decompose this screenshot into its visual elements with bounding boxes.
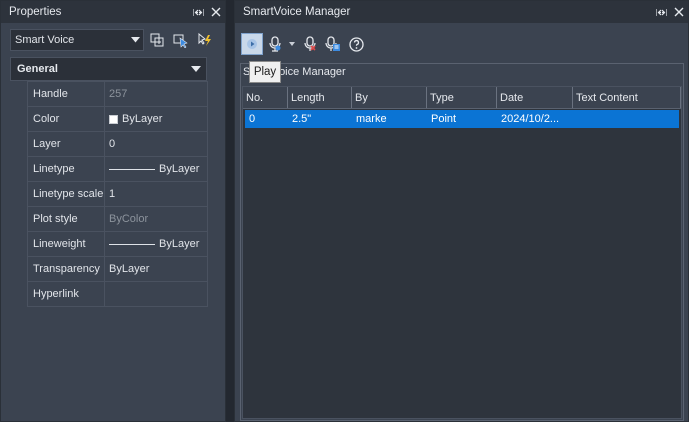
selection-row: Smart Voice: [1, 23, 225, 57]
column-header[interactable]: Date: [497, 87, 573, 108]
column-header[interactable]: Length: [288, 87, 352, 108]
property-name: Handle: [27, 82, 105, 106]
object-type-select[interactable]: Smart Voice: [10, 29, 144, 51]
voice-to-text-icon[interactable]: [323, 33, 343, 55]
help-icon[interactable]: [346, 33, 366, 55]
grid-body: 0 2.5" marke Point 2024/10/2...: [243, 110, 681, 128]
property-value-text: ByLayer: [122, 113, 163, 125]
property-value[interactable]: ByLayer: [105, 107, 208, 131]
property-name: Hyperlink: [27, 282, 105, 306]
grid-header: No. Length By Type Date Text Content: [243, 87, 681, 109]
property-name: Color: [27, 107, 105, 131]
table-row[interactable]: 0 2.5" marke Point 2024/10/2...: [245, 110, 679, 128]
property-row[interactable]: Linetype scale 1: [27, 182, 208, 207]
general-section-header[interactable]: General: [10, 57, 207, 81]
chevron-down-icon: [127, 37, 143, 43]
smartvoice-manager-panel: SmartVoice Manager SmartVoice Manager No: [234, 0, 689, 422]
auto-hide-icon[interactable]: [189, 1, 207, 23]
delete-voice-icon[interactable]: [300, 33, 320, 55]
property-value[interactable]: ByLayer: [105, 257, 208, 281]
section-label: General: [17, 63, 58, 75]
property-row[interactable]: Hyperlink: [27, 282, 208, 307]
table-cell-type: Point: [431, 113, 457, 125]
property-value[interactable]: 1: [105, 182, 208, 206]
property-grid: Handle 257 Color ByLayer Layer 0 Linetype ByLay…: [27, 81, 208, 307]
play-button[interactable]: [241, 33, 263, 55]
property-value[interactable]: ByColor: [105, 207, 208, 231]
property-name: Transparency: [27, 257, 105, 281]
property-name: Layer: [27, 132, 105, 156]
property-value[interactable]: ByLayer: [105, 157, 208, 181]
properties-title: Properties: [9, 6, 62, 18]
property-value-text: 257: [109, 88, 128, 100]
smartvoice-title: SmartVoice Manager: [243, 6, 351, 18]
property-value-text: ByLayer: [109, 263, 150, 275]
property-row[interactable]: Lineweight ByLayer: [27, 232, 208, 257]
property-row[interactable]: Plot style ByColor: [27, 207, 208, 232]
table-cell-date: 2024/10/2...: [501, 113, 560, 125]
smartvoice-toolbar: [235, 31, 688, 57]
record-microphone-icon[interactable]: [266, 33, 284, 55]
property-value-text: 1: [109, 188, 116, 200]
table-cell-text: [573, 110, 679, 128]
record-dropdown-icon[interactable]: [287, 33, 297, 55]
voice-list-grid: No. Length By Type Date Text Content 0 2.5" mar…: [242, 86, 682, 419]
toggle-pickadd-icon[interactable]: [146, 29, 168, 51]
column-header[interactable]: No.: [243, 87, 288, 108]
table-cell-by: marke: [356, 113, 387, 125]
column-header[interactable]: By: [352, 87, 427, 108]
color-swatch: [109, 114, 118, 124]
property-name: Linetype scale: [27, 182, 105, 206]
table-cell-length: 2.5": [292, 113, 312, 125]
line-sample: [109, 168, 155, 170]
line-sample: [109, 243, 155, 245]
column-header[interactable]: Text Content: [573, 87, 681, 108]
property-value-text: ByColor: [109, 213, 149, 225]
chevron-down-icon: [186, 66, 206, 72]
table-cell-no: 0: [249, 113, 256, 125]
smartvoice-titlebar: SmartVoice Manager: [235, 1, 688, 23]
property-row[interactable]: Color ByLayer: [27, 107, 208, 132]
property-row[interactable]: Handle 257: [27, 82, 208, 107]
quick-select-icon[interactable]: [194, 29, 216, 51]
object-type-value: Smart Voice: [15, 34, 75, 46]
properties-panel: Properties Smart Voice General Handle 25…: [0, 0, 226, 422]
play-tooltip: Play: [249, 61, 281, 83]
property-name: Linetype: [27, 157, 105, 181]
property-name: Lineweight: [27, 232, 105, 256]
property-value[interactable]: 257: [105, 82, 208, 106]
property-value[interactable]: [105, 282, 208, 306]
property-value[interactable]: 0: [105, 132, 208, 156]
properties-titlebar: Properties: [1, 1, 225, 23]
close-icon[interactable]: [670, 1, 688, 23]
select-objects-icon[interactable]: [170, 29, 192, 51]
auto-hide-icon[interactable]: [652, 1, 670, 23]
property-row[interactable]: Linetype ByLayer: [27, 157, 208, 182]
property-row[interactable]: Layer 0: [27, 132, 208, 157]
close-icon[interactable]: [207, 1, 225, 23]
property-value-text: 0: [109, 138, 116, 150]
property-value-text: ByLayer: [159, 238, 200, 250]
column-header[interactable]: Type: [427, 87, 497, 108]
property-name: Plot style: [27, 207, 105, 231]
property-row[interactable]: Transparency ByLayer: [27, 257, 208, 282]
property-value[interactable]: ByLayer: [105, 232, 208, 256]
property-value-text: ByLayer: [159, 163, 200, 175]
